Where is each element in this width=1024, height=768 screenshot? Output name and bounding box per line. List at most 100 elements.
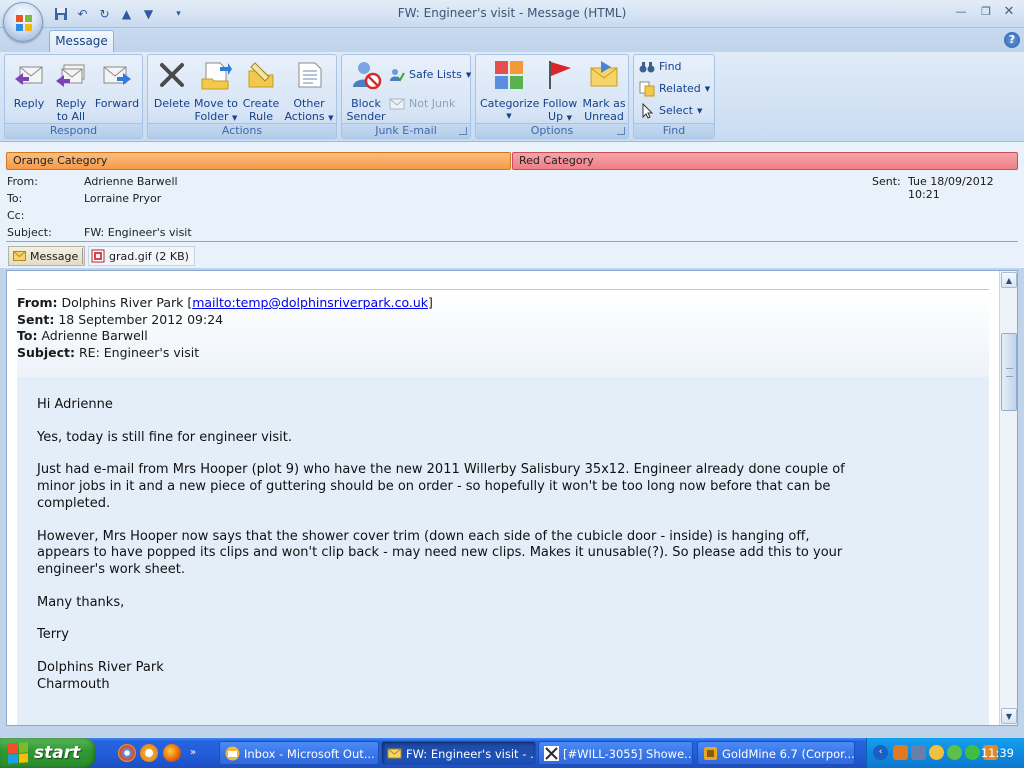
scroll-up-arrow-icon[interactable]: ▲ [1001, 272, 1017, 288]
quoted-sent-value: 18 September 2012 09:24 [58, 311, 224, 327]
create-rule-label-1: Create [242, 97, 280, 110]
dialog-launcher-icon[interactable] [459, 127, 467, 135]
select-button[interactable]: Select ▼ [639, 103, 702, 119]
chevron-down-icon: ▼ [328, 114, 334, 122]
not-junk-label: Not Junk [409, 97, 456, 110]
quoted-from-label: From: [17, 295, 58, 310]
scroll-down-arrow-icon[interactable]: ▼ [1001, 708, 1017, 724]
tab-message[interactable]: Message [49, 30, 114, 52]
firefox-icon[interactable] [163, 744, 181, 762]
help-icon[interactable]: ? [1004, 32, 1020, 48]
tray-status-icon[interactable] [947, 745, 962, 760]
delete-icon [160, 63, 184, 87]
reply-icon [15, 66, 43, 85]
forward-button[interactable]: Forward [93, 59, 141, 110]
mark-as-unread-label-1: Mark as [582, 97, 626, 110]
tray-network-icon[interactable] [911, 745, 926, 760]
delete-button[interactable]: Delete [152, 59, 192, 110]
cursor-icon [642, 103, 654, 119]
related-button[interactable]: Related ▼ [639, 81, 710, 97]
block-sender-button[interactable]: Block Sender [344, 59, 388, 123]
greeting: Hi Adrienne [37, 397, 113, 412]
quoted-from-link[interactable]: mailto:temp@dolphinsriverpark.co.uk [192, 295, 428, 310]
other-actions-button[interactable]: Other Actions ▼ [284, 59, 334, 125]
red-category-bar: Red Category [512, 152, 1018, 170]
quoted-subject-value: RE: Engineer's visit [78, 344, 200, 360]
other-actions-label-1: Other [293, 97, 325, 110]
junk-email-group: Block Sender Safe Lists ▼ Not Junk Junk E… [341, 54, 471, 139]
sent-value: Tue 18/09/2012 10:21 [908, 175, 994, 201]
message-header: Orange Category Red Category From: Adrie… [0, 142, 1024, 268]
select-label: Select [659, 104, 693, 117]
chrome-icon[interactable] [118, 744, 136, 762]
categorize-button[interactable]: Categorize ▼ [480, 59, 539, 123]
tray-security-icon[interactable] [965, 745, 980, 760]
restore-button[interactable]: ❐ [975, 4, 997, 22]
dialog-launcher-icon[interactable] [617, 127, 625, 135]
window-title: FW: Engineer's visit - Message (HTML) [397, 6, 627, 20]
related-label: Related [659, 82, 701, 95]
reply-all-label-2: to All [56, 110, 86, 123]
quoted-from-name: Dolphins River Park [61, 295, 184, 310]
signature-name: Terry [37, 627, 69, 643]
reply-all-button[interactable]: Reply to All [51, 59, 91, 123]
goldmine-icon[interactable] [140, 744, 158, 762]
close-button[interactable]: ✕ [998, 4, 1020, 22]
outlook-icon [225, 746, 240, 761]
mail-message-icon [387, 748, 402, 759]
tray-expand-icon[interactable]: ‹ [873, 745, 888, 760]
title-bar: ↶ ↻ ▲ ▼ ▾ FW: Engineer's visit - Message… [0, 0, 1024, 42]
message-attachment-tab[interactable]: Message [8, 246, 86, 266]
clock[interactable]: 11:39 [981, 738, 1014, 768]
actions-group: Delete Move to Folder ▼ Create Rule Othe… [147, 54, 337, 139]
reply-button[interactable]: Reply [9, 59, 49, 110]
chevron-down-icon: ▼ [232, 114, 238, 122]
ribbon-tabs: Message ? [0, 28, 1024, 52]
tray-goldmine-icon[interactable] [929, 745, 944, 760]
create-rule-button[interactable]: Create Rule [240, 59, 282, 123]
to-label: To: [7, 192, 23, 205]
tray-app-icon[interactable] [893, 745, 908, 760]
block-sender-icon [353, 62, 382, 90]
minimize-button[interactable]: — [950, 4, 972, 22]
find-button[interactable]: Find [639, 59, 682, 75]
windows-flag-icon [8, 742, 28, 764]
task-will-3055[interactable]: [#WILL-3055] Showe... [538, 741, 693, 765]
to-value[interactable]: Lorraine Pryor [84, 192, 161, 205]
message-body-pane[interactable]: From: Dolphins River Park [mailto:temp@d… [6, 270, 1018, 726]
jira-icon [544, 746, 559, 761]
unread-envelope-icon [590, 61, 618, 87]
flag-icon [549, 61, 571, 89]
not-junk-icon [389, 98, 405, 110]
not-junk-button[interactable]: Not Junk [389, 96, 455, 112]
attachment-file-label: grad.gif (2 KB) [109, 249, 189, 263]
follow-up-button[interactable]: Follow Up ▼ [540, 59, 580, 125]
vertical-scrollbar[interactable]: ▲ ▼ [999, 271, 1017, 725]
attachment-file[interactable]: grad.gif (2 KB) [88, 246, 195, 266]
safe-lists-icon [390, 69, 405, 82]
mark-as-unread-button[interactable]: Mark as Unread [580, 59, 628, 123]
paragraph-1: Yes, today is still fine for engineer vi… [37, 429, 292, 445]
other-actions-label-2: Actions [284, 110, 325, 123]
options-group-label: Options [476, 123, 628, 138]
task-goldmine-label: GoldMine 6.7 (Corpor... [722, 747, 855, 761]
scroll-thumb[interactable] [1001, 333, 1017, 411]
task-goldmine[interactable]: GoldMine 6.7 (Corpor... [697, 741, 855, 765]
quote-divider [17, 289, 989, 290]
block-sender-label-2: Sender [346, 110, 386, 123]
quoted-subject-label: Subject: [17, 344, 75, 360]
paragraph-3: However, Mrs Hooper now says that the sh… [37, 528, 843, 577]
safe-lists-button[interactable]: Safe Lists ▼ [389, 67, 471, 83]
related-icon [639, 81, 655, 97]
from-value[interactable]: Adrienne Barwell [84, 175, 178, 188]
office-button[interactable] [3, 2, 43, 42]
start-button[interactable]: start [0, 738, 96, 768]
chevron-down-icon: ▼ [506, 112, 512, 120]
task-inbox[interactable]: Inbox - Microsoft Out... [219, 741, 379, 765]
task-engineer-visit[interactable]: FW: Engineer's visit - ... [381, 741, 536, 765]
quoted-sent-label: Sent: [17, 311, 55, 327]
move-to-folder-button[interactable]: Move to Folder ▼ [192, 59, 240, 125]
find-group: Find Related ▼ Select ▼ Find [633, 54, 715, 139]
quicklaunch-more-icon[interactable]: » [190, 744, 202, 762]
quoted-header: From: Dolphins River Park [mailto:temp@d… [17, 293, 989, 377]
